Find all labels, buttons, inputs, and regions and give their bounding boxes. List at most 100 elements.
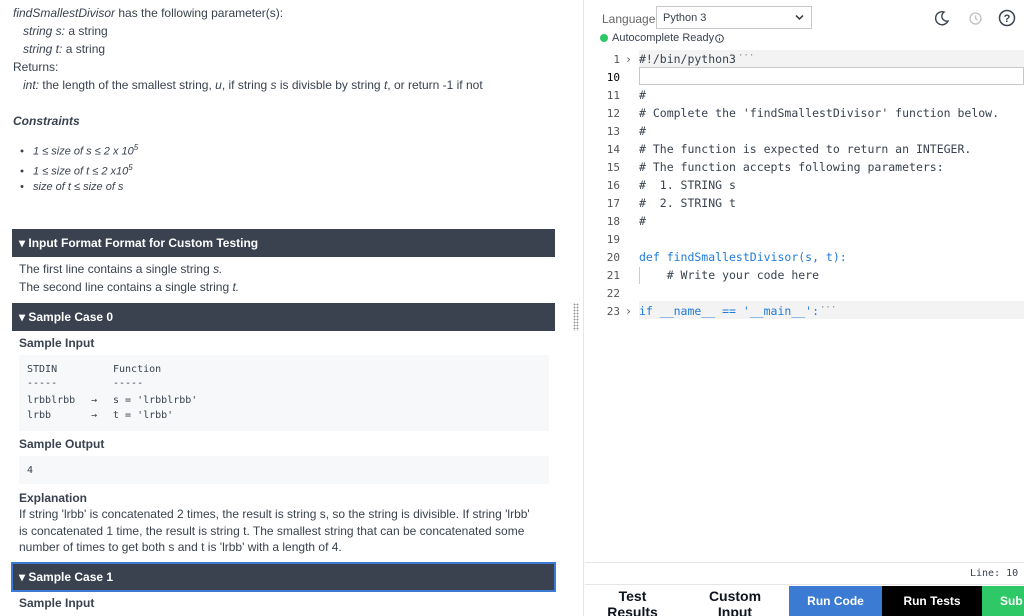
function-dashes: -----	[113, 378, 143, 389]
history-icon[interactable]	[967, 10, 983, 26]
function-row: s = 'lrbblrbb'	[113, 395, 197, 406]
fold-arrow-icon[interactable]: ›	[625, 304, 632, 318]
line-number: 23	[592, 305, 620, 318]
stdin-row: lrbblrbb	[27, 395, 75, 406]
stdin-header: STDIN	[27, 364, 57, 375]
divider	[585, 584, 1024, 585]
line-number: 19	[592, 233, 620, 246]
cursor-position: Line: 10	[970, 568, 1018, 579]
code-line: # The function accepts following paramet…	[639, 160, 944, 174]
tab-test-results-line: Results	[585, 604, 680, 616]
line-number: 16	[592, 179, 620, 192]
sample-output-label: Sample Output	[19, 437, 104, 451]
arrow-icon: →	[91, 410, 97, 421]
line-number: 22	[592, 287, 620, 300]
code-line: # Write your code here	[639, 268, 819, 282]
sample-input-block: STDIN Function ----- ----- lrbblrbb → s …	[19, 355, 549, 431]
explanation-line: number of times to get both s and t is '…	[19, 540, 342, 554]
returns-desc-b: , if string	[222, 78, 267, 92]
code-line: # 2. STRING t	[639, 196, 736, 210]
code-line: # The function is expected to return an …	[639, 142, 971, 156]
tab-custom-input-line: Input	[690, 604, 780, 616]
line-number: 21	[592, 269, 620, 282]
active-line	[639, 67, 1024, 85]
constraint-item: • size of t ≤ size of s	[20, 181, 123, 193]
tab-custom-input-line: Custom	[690, 588, 780, 604]
stdin-dashes: -----	[27, 378, 57, 389]
editor-panel: Language Python 3 ? Autocomplete Ready 1…	[585, 0, 1024, 616]
param-s: string s: a string	[23, 24, 108, 38]
input-line-1: The first line contains a single string …	[19, 262, 222, 276]
ready-status-dot	[600, 34, 608, 42]
folded-ellipsis[interactable]: ···	[738, 51, 754, 61]
param-s-desc: a string	[68, 24, 107, 38]
returns-desc-d: , or return -1 if not	[387, 78, 482, 92]
param-t-name: string t:	[23, 42, 62, 56]
sample-case-0-header[interactable]: ▾ Sample Case 0	[12, 303, 555, 331]
line-number: 12	[592, 107, 620, 120]
sample-input-label: Sample Input	[19, 336, 94, 350]
returns-s: s	[271, 78, 277, 92]
line-number: 20	[592, 251, 620, 264]
line-number: 15	[592, 161, 620, 174]
param-t-desc: a string	[66, 42, 105, 56]
sample-input-label: Sample Input	[19, 596, 94, 610]
run-tests-button[interactable]: Run Tests	[882, 586, 982, 616]
folded-ellipsis[interactable]: ···	[820, 303, 836, 313]
signature-rest: has the following parameter(s):	[118, 6, 283, 20]
run-code-button[interactable]: Run Code	[789, 586, 882, 616]
code-line: #!/bin/python3	[639, 52, 736, 66]
line-number: 17	[592, 197, 620, 210]
code-line: # 1. STRING s	[639, 178, 736, 192]
explanation-line: is concatenated 1 time, the result is st…	[19, 524, 524, 538]
panel-splitter[interactable]	[568, 0, 584, 616]
code-line: # Complete the 'findSmallestDivisor' fun…	[639, 106, 999, 120]
tab-test-results[interactable]: Test Results	[585, 586, 680, 616]
sample-output-block: 4	[19, 456, 549, 484]
tab-test-results-line: Test	[585, 588, 680, 604]
returns-type: int:	[23, 78, 39, 92]
line-number: 10	[592, 71, 620, 84]
input-line-2: The second line contains a single string…	[19, 280, 239, 294]
input-format-header[interactable]: ▾ Input Format Format for Custom Testing	[12, 229, 555, 257]
returns-u: u	[215, 78, 222, 92]
drag-handle-icon[interactable]	[573, 303, 579, 331]
explanation-line: If string 'lrbb' is concatenated 2 times…	[19, 507, 530, 521]
line-number: 18	[592, 215, 620, 228]
code-line: #	[639, 214, 646, 228]
returns-desc-c: is divisble by string	[280, 78, 381, 92]
explanation-label: Explanation	[19, 491, 87, 505]
sample-case-1-header[interactable]: ▾ Sample Case 1	[12, 563, 555, 591]
line-number: 13	[592, 125, 620, 138]
arrow-icon: →	[91, 395, 97, 406]
stdin-row: lrbb	[27, 410, 51, 421]
constraint-item: • 1 ≤ size of t ≤ 2 x105	[20, 163, 133, 178]
returns-desc-a: the length of the smallest string,	[42, 78, 211, 92]
sample-output-value: 4	[27, 465, 33, 476]
language-select[interactable]: Python 3	[656, 6, 812, 29]
language-value: Python 3	[663, 12, 706, 24]
returns-desc: int: the length of the smallest string, …	[23, 78, 483, 92]
function-name: findSmallestDivisor	[13, 6, 115, 20]
line-number: 14	[592, 143, 620, 156]
tab-custom-input[interactable]: Custom Input	[690, 586, 780, 616]
signature-line: findSmallestDivisor has the following pa…	[13, 6, 283, 20]
line-number: 1	[592, 53, 620, 66]
help-icon[interactable]: ?	[998, 9, 1016, 27]
constraints-title: Constraints	[13, 114, 80, 128]
code-line: if __name__ == '__main__':	[639, 304, 819, 318]
language-label: Language	[602, 12, 655, 26]
submit-button[interactable]: Sub	[982, 586, 1024, 616]
code-line: #	[639, 124, 646, 138]
code-line: #	[639, 88, 646, 102]
fold-arrow-icon[interactable]: ›	[625, 52, 632, 66]
code-editor[interactable]: 1 › #!/bin/python3 ··· 10 11 # 12 # Comp…	[585, 47, 1024, 562]
code-line: def findSmallestDivisor(s, t):	[639, 250, 847, 264]
function-header: Function	[113, 364, 161, 375]
constraint-item: • 1 ≤ size of s ≤ 2 x 105	[20, 143, 138, 158]
dark-mode-moon-icon[interactable]	[934, 10, 950, 26]
info-icon[interactable]	[715, 34, 724, 43]
returns-label: Returns:	[13, 60, 58, 74]
problem-panel: findSmallestDivisor has the following pa…	[0, 0, 568, 616]
param-t: string t: a string	[23, 42, 105, 56]
